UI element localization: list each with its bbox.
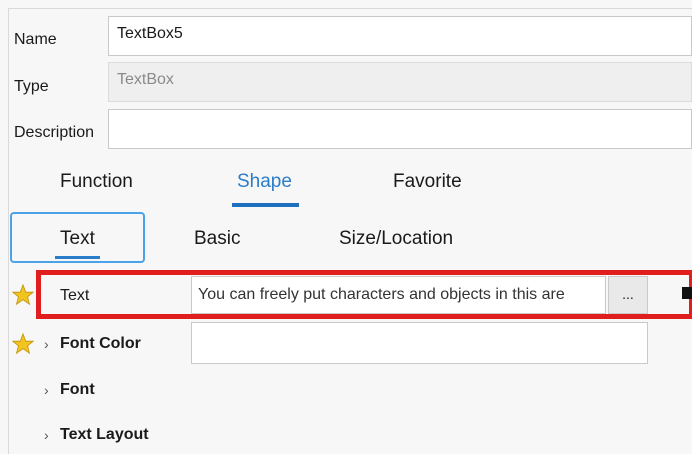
subtab-basic[interactable]: Basic — [194, 228, 240, 250]
tab-favorite[interactable]: Favorite — [393, 171, 462, 193]
name-label: Name — [14, 31, 57, 48]
chevron-right-icon[interactable]: › — [44, 336, 49, 352]
tab-shape-underline — [232, 203, 299, 207]
tab-shape[interactable]: Shape — [237, 171, 292, 193]
text-edit-button[interactable]: ... — [608, 276, 648, 314]
tab-function[interactable]: Function — [60, 171, 133, 193]
text-value-field[interactable]: You can freely put characters and object… — [191, 276, 606, 314]
chevron-right-icon[interactable]: › — [44, 382, 49, 398]
chevron-right-icon[interactable]: › — [44, 427, 49, 443]
color-swatch-icon[interactable] — [682, 287, 692, 299]
subtab-text-underline — [55, 256, 100, 259]
font-color-field[interactable] — [191, 322, 648, 364]
star-icon[interactable] — [12, 333, 34, 355]
subtab-text[interactable]: Text — [60, 228, 95, 250]
type-field: TextBox — [108, 62, 692, 102]
description-field[interactable] — [108, 109, 692, 149]
type-label: Type — [14, 78, 49, 95]
name-field[interactable]: TextBox5 — [108, 16, 692, 56]
text-property-label: Text — [60, 287, 90, 304]
font-label[interactable]: Font — [60, 381, 95, 399]
description-label: Description — [14, 124, 95, 141]
subtab-size-location[interactable]: Size/Location — [339, 228, 453, 250]
font-color-label[interactable]: Font Color — [60, 335, 141, 353]
text-layout-label[interactable]: Text Layout — [60, 426, 149, 444]
star-icon[interactable] — [12, 284, 34, 306]
